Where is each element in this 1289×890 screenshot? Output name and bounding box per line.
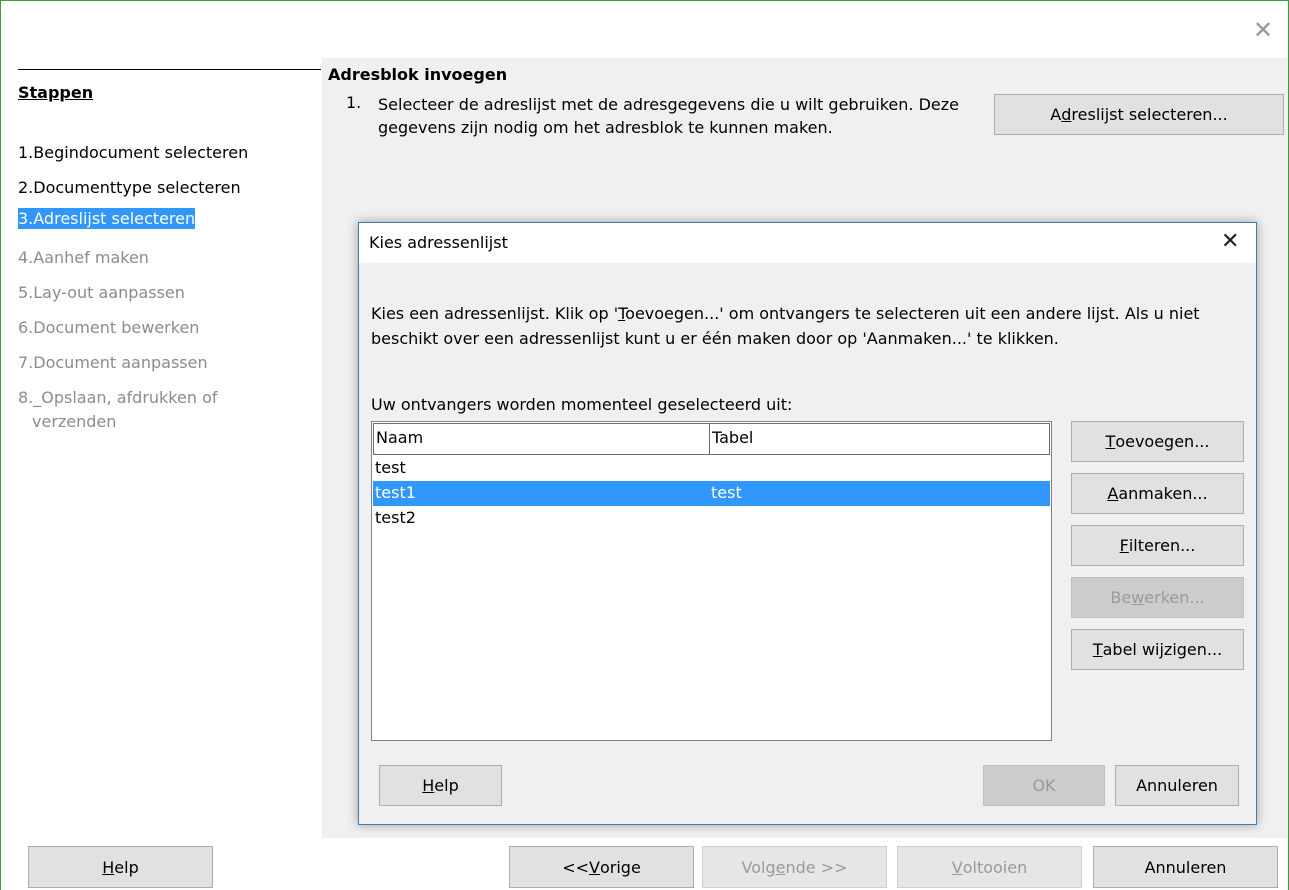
address-list-table[interactable]: Naam Tabel test test1 test test2 [371, 421, 1052, 741]
next-button: Volg e nde >> [702, 846, 887, 888]
filter-button[interactable]: Filteren... [1071, 525, 1244, 566]
table-row[interactable]: test2 [373, 506, 1050, 531]
steps-divider [18, 69, 321, 70]
steps-title: Stappen [18, 83, 94, 102]
dialog-titlebar: Kies adressenlijst ✕ [359, 223, 1256, 263]
step-2[interactable]: 2.Documenttype selecteren [18, 177, 241, 198]
column-header-naam[interactable]: Naam [373, 423, 710, 455]
add-button[interactable]: Toevoegen... [1071, 421, 1244, 462]
step-8-continued: verzenden [32, 412, 117, 431]
step-7: 7.Document aanpassen [18, 353, 208, 372]
step-1[interactable]: 1.Begindocument selecteren [18, 142, 248, 163]
cell-naam: test [375, 458, 406, 477]
table-row-selected[interactable]: test1 test [373, 481, 1050, 506]
dialog-cancel-button[interactable]: Annuleren [1115, 765, 1239, 806]
instruction-text: Selecteer de adreslijst met de adresgege… [378, 95, 959, 137]
dialog-title: Kies adressenlijst [369, 233, 508, 252]
dialog-help-button[interactable]: Help [379, 765, 502, 806]
recipients-source-label: Uw ontvangers worden momenteel geselecte… [371, 395, 793, 414]
help-button[interactable]: Help [28, 846, 213, 888]
dialog-close-icon[interactable]: ✕ [1221, 231, 1239, 253]
previous-button[interactable]: << Vorige [509, 846, 694, 888]
instruction-number: 1. [346, 93, 362, 112]
steps-pane: Stappen 1.Begindocument selecteren 2.Doc… [8, 58, 321, 838]
step-6: 6.Document bewerken [18, 318, 200, 337]
step-3[interactable]: 3.Adreslijst selecteren [18, 208, 196, 229]
section-title: Adresblok invoegen [328, 65, 508, 84]
table-header: Naam Tabel [373, 423, 1050, 455]
change-table-button[interactable]: Tabel wijzigen... [1071, 629, 1244, 670]
select-address-list-button[interactable]: Ad reslijst selecteren... [994, 94, 1284, 135]
window-close-icon[interactable]: ✕ [1253, 18, 1273, 42]
step-5: 5.Lay-out aanpassen [18, 283, 185, 302]
choose-address-list-dialog: Kies adressenlijst ✕ Kies een adressenli… [358, 222, 1257, 825]
edit-button: Be w erken... [1071, 577, 1244, 618]
cancel-button[interactable]: Annuleren [1093, 846, 1278, 888]
cell-naam: test2 [375, 508, 416, 527]
column-header-tabel[interactable]: Tabel [709, 423, 1050, 455]
step-8: 8._Opslaan, afdrukken of [18, 388, 218, 407]
finish-button: Voltooien [897, 846, 1082, 888]
cell-naam: test1 [375, 483, 416, 502]
table-row[interactable]: test [373, 456, 1050, 481]
step-4: 4.Aanhef maken [18, 248, 149, 267]
cell-tabel: test [711, 483, 742, 502]
dialog-ok-button: OK [983, 765, 1105, 806]
dialog-description: Kies een adressenlijst. Klik op 'Toevoeg… [371, 304, 1200, 348]
create-button[interactable]: Aanmaken... [1071, 473, 1244, 514]
